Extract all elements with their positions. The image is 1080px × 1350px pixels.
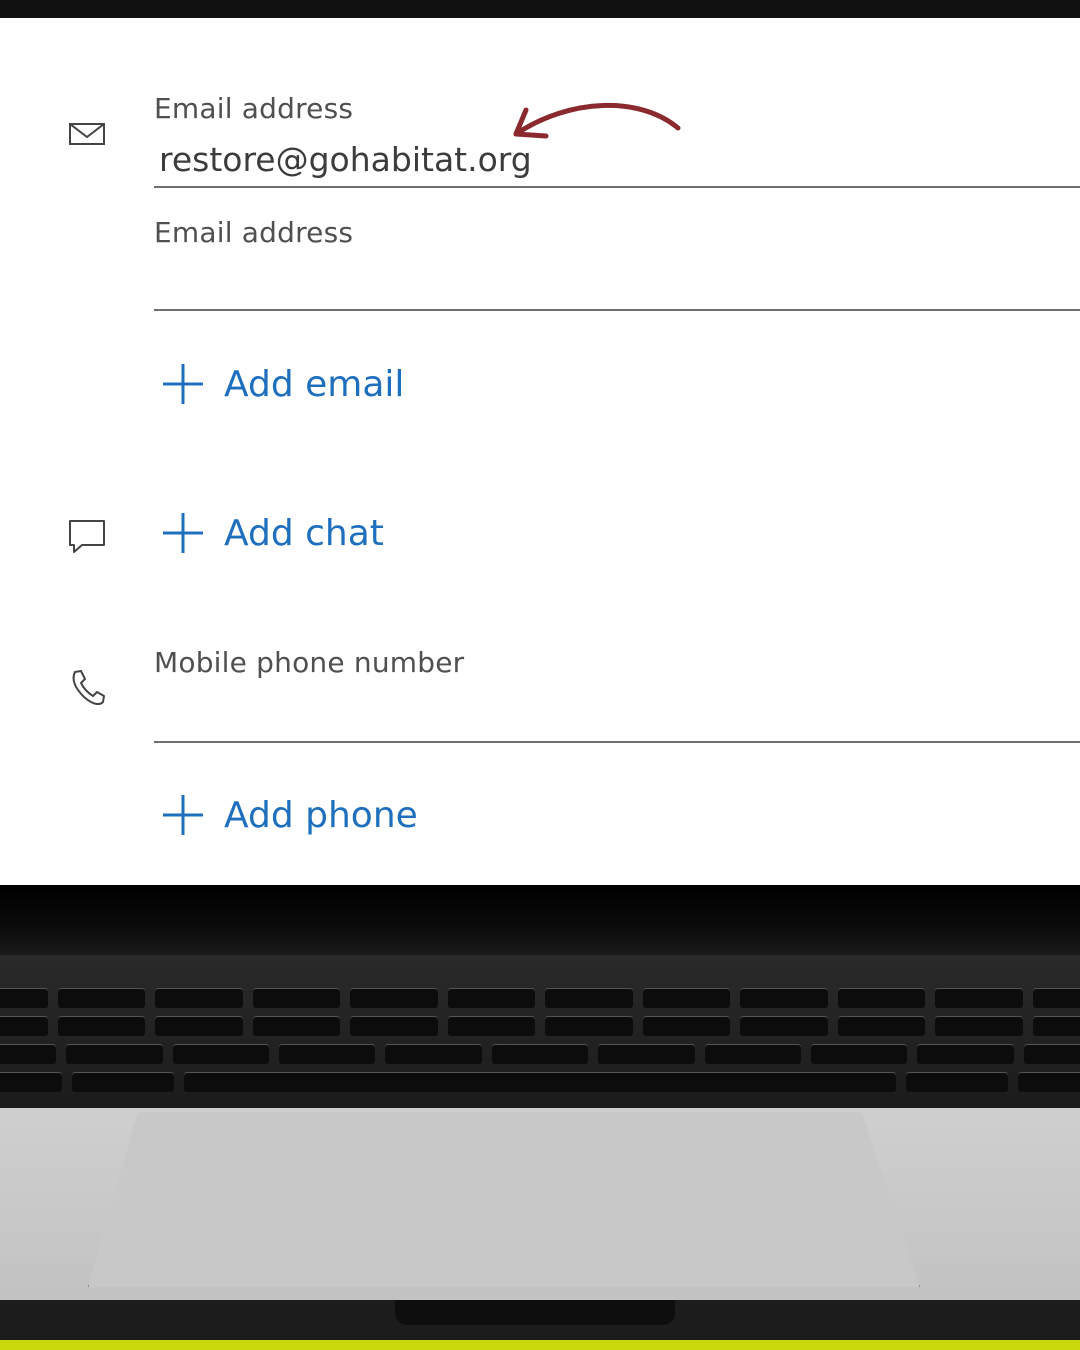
mail-icon bbox=[69, 123, 105, 145]
key bbox=[155, 1016, 243, 1036]
key bbox=[252, 988, 340, 1008]
key bbox=[1032, 1016, 1080, 1036]
key bbox=[1018, 1072, 1080, 1092]
keyboard-row bbox=[0, 1072, 1080, 1092]
key bbox=[252, 1016, 340, 1036]
phone-icon bbox=[72, 670, 105, 706]
key bbox=[279, 1044, 376, 1064]
key bbox=[906, 1072, 1009, 1092]
email-1-underline bbox=[154, 186, 1080, 188]
key bbox=[740, 1016, 828, 1036]
screen-top-bezel bbox=[0, 0, 1080, 18]
phone-label: Mobile phone number bbox=[154, 646, 465, 679]
email-2-underline bbox=[154, 309, 1080, 311]
plus-icon bbox=[163, 364, 203, 404]
contact-edit-screen: Email address restore@gohabitat.org Emai… bbox=[0, 18, 1080, 885]
email-2-label: Email address bbox=[154, 216, 354, 249]
add-chat-label: Add chat bbox=[224, 512, 384, 554]
key bbox=[1032, 988, 1080, 1008]
spacebar-key bbox=[183, 1072, 897, 1092]
key bbox=[0, 988, 48, 1008]
key bbox=[0, 1044, 57, 1064]
add-email-label: Add email bbox=[224, 363, 405, 405]
add-chat-button[interactable]: Add chat bbox=[160, 508, 384, 558]
key bbox=[704, 1044, 801, 1064]
key bbox=[837, 1016, 925, 1036]
key bbox=[350, 1016, 438, 1036]
key bbox=[172, 1044, 270, 1064]
keyboard bbox=[0, 988, 1080, 1100]
key bbox=[837, 988, 925, 1008]
ground-strip bbox=[0, 1340, 1080, 1350]
chat-icon bbox=[69, 520, 105, 553]
email-1-label: Email address bbox=[154, 92, 354, 125]
key bbox=[545, 1016, 633, 1036]
key bbox=[350, 988, 438, 1008]
key bbox=[740, 988, 828, 1008]
laptop-lid-notch bbox=[395, 1300, 675, 1325]
key bbox=[447, 1016, 535, 1036]
key bbox=[155, 988, 243, 1008]
key bbox=[1023, 1044, 1080, 1064]
laptop-hinge bbox=[0, 885, 1080, 955]
plus-icon bbox=[163, 513, 203, 553]
add-phone-button[interactable]: Add phone bbox=[160, 790, 418, 840]
plus-icon bbox=[163, 795, 203, 835]
phone-underline bbox=[154, 741, 1080, 743]
key bbox=[598, 1044, 695, 1064]
key bbox=[57, 1016, 145, 1036]
key bbox=[66, 1044, 163, 1064]
add-email-button[interactable]: Add email bbox=[160, 359, 404, 409]
key bbox=[0, 1016, 48, 1036]
key bbox=[57, 988, 145, 1008]
key bbox=[71, 1072, 174, 1092]
key bbox=[491, 1044, 589, 1064]
key bbox=[935, 988, 1023, 1008]
add-phone-label: Add phone bbox=[224, 794, 418, 836]
keyboard-row bbox=[0, 1044, 1080, 1064]
keyboard-row bbox=[0, 988, 1080, 1008]
key bbox=[935, 1016, 1023, 1036]
key bbox=[642, 1016, 730, 1036]
key bbox=[0, 1072, 62, 1092]
annotation-arrow-icon bbox=[513, 103, 681, 139]
key bbox=[917, 1044, 1014, 1064]
key bbox=[385, 1044, 482, 1064]
keyboard-row bbox=[0, 1016, 1080, 1036]
email-1-input[interactable]: restore@gohabitat.org bbox=[159, 140, 532, 179]
key bbox=[810, 1044, 908, 1064]
key bbox=[642, 988, 730, 1008]
key bbox=[545, 988, 633, 1008]
key bbox=[447, 988, 535, 1008]
trackpad bbox=[88, 1112, 920, 1287]
